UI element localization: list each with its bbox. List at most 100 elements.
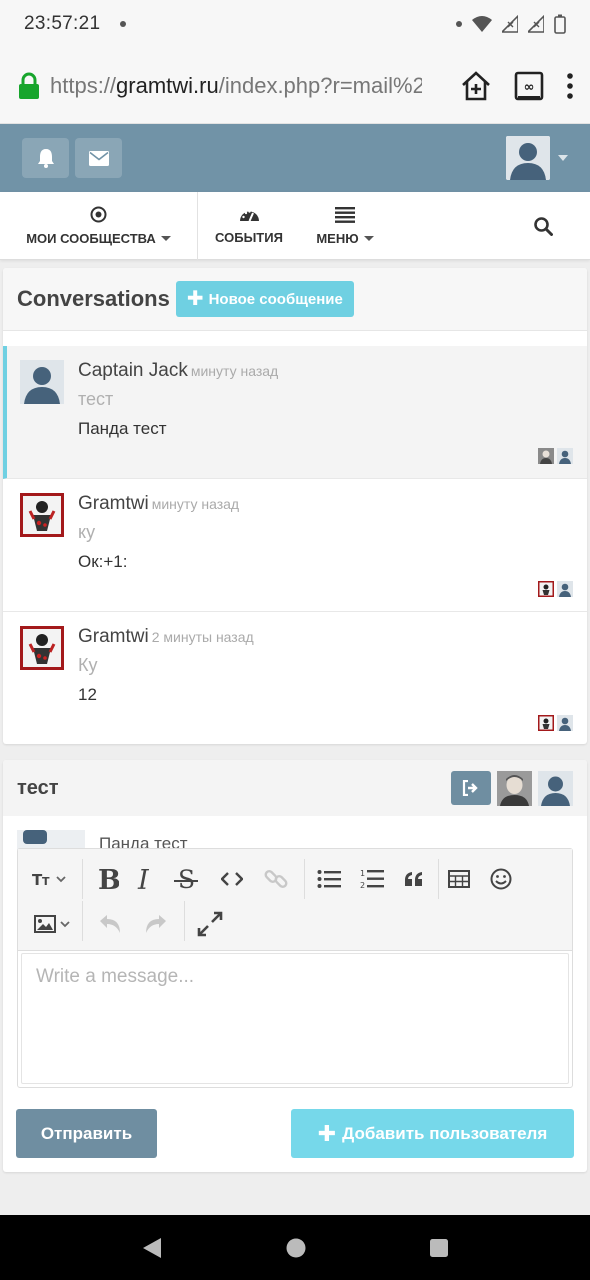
- participants: [538, 581, 573, 597]
- battery-icon: [554, 14, 566, 34]
- link-icon: [264, 870, 288, 888]
- avatar[interactable]: [497, 770, 532, 806]
- bold-icon: B: [98, 866, 119, 892]
- text-height-icon: TT: [32, 871, 66, 887]
- chat-title: тест: [17, 776, 59, 799]
- conversation-sender: Gramtwi минуту назад: [78, 493, 240, 514]
- lock-icon: [19, 72, 39, 99]
- undo-icon: [100, 915, 120, 933]
- quote-icon: [405, 872, 422, 886]
- conversation-item[interactable]: Gramtwi минуту назад ку Ок:+1:: [3, 479, 587, 612]
- conversation-subject: Ку: [78, 655, 98, 675]
- font-size-button[interactable]: TT: [24, 861, 76, 897]
- home-add-icon[interactable]: [460, 70, 492, 102]
- fullscreen-button[interactable]: [190, 906, 230, 942]
- menu-icon: [335, 206, 355, 223]
- avatar: [538, 581, 554, 597]
- conversation-item[interactable]: Gramtwi 2 минуты назад Ку 12: [3, 612, 587, 745]
- undo-button[interactable]: [90, 906, 130, 942]
- table-button[interactable]: [439, 861, 479, 897]
- nav-label: МЕНЮ: [316, 230, 359, 246]
- message-input[interactable]: Write a message...: [21, 953, 569, 1084]
- redo-button[interactable]: [136, 906, 176, 942]
- notification-dot-icon: [120, 21, 127, 27]
- bell-icon: [37, 149, 54, 168]
- list-ol-icon: 12: [360, 869, 384, 890]
- divider: [304, 859, 305, 899]
- add-user-label: Добавить пользователя: [342, 1123, 548, 1143]
- svg-text:∞: ∞: [524, 80, 535, 95]
- avatar: [20, 626, 64, 670]
- signal-icon: [502, 15, 518, 33]
- expand-icon: [197, 911, 223, 937]
- divider: [82, 859, 83, 899]
- nav-my-communities[interactable]: МОИ СООБЩЕСТВА: [0, 192, 197, 260]
- svg-text:2: 2: [360, 881, 365, 890]
- editor-toolbar: TT B I S 12: [18, 849, 572, 951]
- leave-conversation-button[interactable]: [451, 771, 491, 805]
- italic-button[interactable]: I: [125, 861, 165, 897]
- signal-icon: [528, 15, 544, 33]
- new-message-button[interactable]: ✚ Новое сообщение: [175, 281, 354, 317]
- messages-button[interactable]: [75, 138, 122, 178]
- conversations-header: Conversations ✚ Новое сообщение: [3, 268, 587, 331]
- back-icon[interactable]: [141, 1237, 163, 1259]
- url-field[interactable]: https://gramtwi.ru/index.php?r=mail%2: [50, 73, 422, 99]
- home-icon[interactable]: [286, 1238, 306, 1258]
- more-vert-icon[interactable]: [566, 72, 574, 99]
- nav-label: СОБЫТИЯ: [215, 230, 283, 245]
- emoji-button[interactable]: [481, 861, 521, 897]
- quote-button[interactable]: [394, 861, 434, 897]
- search-icon: [533, 216, 553, 236]
- code-icon: [221, 872, 243, 886]
- participants: [538, 715, 573, 731]
- notification-dot-icon: [456, 21, 462, 27]
- conversation-message: Ок:+1:: [78, 552, 128, 571]
- status-icons: [456, 14, 566, 34]
- conversation-time: 2 минуты назад: [151, 629, 254, 645]
- numbered-list-button[interactable]: 12: [352, 861, 392, 897]
- svg-text:S: S: [178, 866, 195, 892]
- avatar: [557, 448, 573, 464]
- dot-circle-icon: [90, 206, 107, 223]
- chevron-down-icon: [558, 155, 568, 161]
- send-button[interactable]: Отправить: [16, 1109, 157, 1158]
- svg-text:I: I: [137, 866, 150, 892]
- conversation-time: минуту назад: [151, 496, 240, 512]
- table-icon: [448, 870, 470, 888]
- list-ul-icon: [317, 870, 341, 888]
- new-message-label: Новое сообщение: [208, 290, 343, 308]
- image-button[interactable]: [28, 906, 78, 942]
- avatar: [557, 715, 573, 731]
- divider: [82, 901, 83, 941]
- tabs-icon[interactable]: ∞: [514, 71, 544, 101]
- notifications-button[interactable]: [22, 138, 69, 178]
- nav-menu[interactable]: МЕНЮ: [300, 192, 390, 260]
- add-user-button[interactable]: ✚ Добавить пользователя: [291, 1109, 574, 1158]
- dashboard-icon: [239, 210, 259, 222]
- message-editor: TT B I S 12 Write a message...: [17, 848, 573, 1088]
- bullet-list-button[interactable]: [309, 861, 349, 897]
- last-message-preview: Панда тест: [17, 830, 567, 850]
- plus-icon: ✚: [317, 1120, 337, 1146]
- avatar[interactable]: [538, 770, 573, 806]
- user-menu[interactable]: [506, 136, 568, 180]
- strikethrough-button[interactable]: S: [166, 861, 206, 897]
- avatar: [20, 360, 64, 404]
- nav-label: МОИ СООБЩЕСТВА: [26, 231, 156, 246]
- nav-events[interactable]: СОБЫТИЯ: [198, 192, 300, 260]
- conversation-message: Панда тест: [78, 419, 167, 438]
- conversations-title: Conversations: [17, 286, 170, 311]
- strikethrough-icon: S: [174, 866, 198, 892]
- conversation-time: минуту назад: [190, 363, 279, 379]
- code-button[interactable]: [212, 861, 252, 897]
- chat-header: тест: [3, 760, 587, 816]
- conversation-item[interactable]: Captain Jack минуту назад тест Панда тест: [3, 346, 587, 479]
- conversation-sender: Captain Jack минуту назад: [78, 360, 279, 381]
- search-button[interactable]: [520, 192, 566, 260]
- wifi-icon: [472, 16, 492, 32]
- message-placeholder: Write a message...: [36, 966, 195, 987]
- link-button[interactable]: [256, 861, 296, 897]
- recents-icon[interactable]: [429, 1238, 449, 1258]
- bold-button[interactable]: B: [88, 861, 128, 897]
